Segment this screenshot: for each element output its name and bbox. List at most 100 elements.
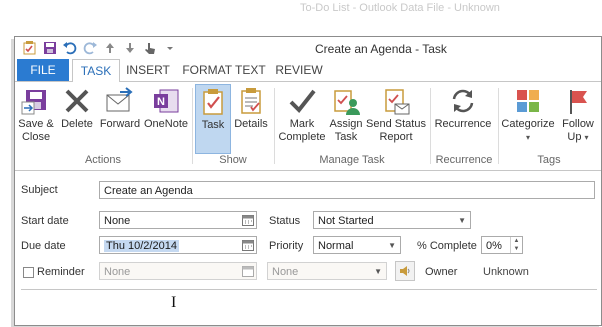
tab-format-text[interactable]: FORMAT TEXT <box>181 59 267 81</box>
calendar-icon[interactable] <box>242 214 254 226</box>
task-app-icon <box>21 40 39 56</box>
tab-review[interactable]: REVIEW <box>274 59 324 81</box>
tab-file[interactable]: FILE <box>17 59 69 81</box>
send-status-report-button[interactable]: Send Status Report <box>366 84 426 154</box>
onenote-icon: N <box>143 84 189 118</box>
chevron-down-icon: ▼ <box>388 241 396 250</box>
due-date-label: Due date <box>21 240 66 252</box>
onenote-button[interactable]: N OneNote <box>143 84 189 154</box>
group-label-manage-task: Manage Task <box>319 154 385 166</box>
send-status-icon <box>366 84 426 118</box>
show-details-label: Details <box>234 118 268 130</box>
percent-complete-label: % Complete <box>417 240 477 252</box>
speaker-icon <box>400 266 410 276</box>
send-status-label-1: Send Status <box>366 118 426 130</box>
reminder-date-value: None <box>104 266 131 278</box>
chevron-down-icon: ▼ <box>458 216 466 225</box>
touch-mode-icon[interactable] <box>141 40 159 56</box>
group-divider <box>430 88 431 164</box>
follow-up-label-1: Follow <box>562 118 594 130</box>
priority-value: Normal <box>318 240 354 252</box>
priority-label: Priority <box>269 240 304 252</box>
assign-task-label-1: Assign <box>329 118 363 130</box>
reminder-sound-button[interactable] <box>395 261 415 281</box>
follow-up-label-2-text: Up <box>567 131 582 143</box>
delete-label: Delete <box>61 118 93 130</box>
subject-label: Subject <box>21 184 58 196</box>
categorize-label: Categorize <box>501 118 555 130</box>
down-arrow-icon[interactable] <box>121 40 139 56</box>
onenote-label: OneNote <box>143 118 189 130</box>
window-title: Create an Agenda - Task <box>315 42 447 56</box>
recurrence-icon <box>433 84 493 118</box>
undo-icon[interactable] <box>61 40 79 56</box>
assign-task-button[interactable]: Assign Task <box>328 84 364 154</box>
due-date-field[interactable]: Thu 10/2/2014 <box>99 236 257 254</box>
reminder-date-field[interactable]: None <box>99 262 257 280</box>
due-date-value: Thu 10/2/2014 <box>104 240 179 252</box>
calendar-icon[interactable] <box>242 239 254 251</box>
assign-task-label-2: Task <box>334 131 358 143</box>
percent-complete-stepper[interactable]: 0% ▲ ▼ <box>481 236 523 254</box>
group-divider <box>192 88 193 164</box>
group-label-recurrence: Recurrence <box>435 154 493 166</box>
mark-complete-label-1: Mark <box>289 118 315 130</box>
group-divider <box>274 88 275 164</box>
owner-value: Unknown <box>483 266 529 278</box>
task-form: Subject Create an Agenda Start date None… <box>15 171 601 325</box>
group-label-show: Show <box>219 154 247 166</box>
delete-icon <box>58 84 96 118</box>
details-clipboard-icon <box>232 84 270 118</box>
background-window-title: To-Do List - Outlook Data File - Unknown <box>300 2 500 14</box>
subject-field[interactable]: Create an Agenda <box>99 181 595 199</box>
status-value: Not Started <box>318 215 374 227</box>
flag-icon <box>559 84 597 118</box>
redo-icon[interactable] <box>81 40 99 56</box>
follow-up-label-2: Up ▾ <box>559 131 597 144</box>
follow-up-button[interactable]: Follow Up ▾ <box>559 84 597 154</box>
up-arrow-icon[interactable] <box>101 40 119 56</box>
spinner-arrows-icon[interactable]: ▲ ▼ <box>510 237 522 253</box>
save-icon[interactable] <box>41 40 59 56</box>
status-label: Status <box>269 215 301 227</box>
save-close-label-1: Save & <box>18 118 54 130</box>
tab-insert[interactable]: INSERT <box>122 59 174 81</box>
task-window: Create an Agenda - Task FILE TASK INSERT… <box>14 36 602 326</box>
forward-label: Forward <box>99 118 141 130</box>
tab-task[interactable]: TASK <box>72 59 120 83</box>
reminder-label: Reminder <box>37 266 85 278</box>
save-close-button[interactable]: Save & Close <box>17 84 55 154</box>
start-date-value: None <box>104 215 131 227</box>
title-bar: Create an Agenda - Task <box>15 37 601 59</box>
calendar-icon[interactable] <box>242 265 254 277</box>
reminder-time-dropdown[interactable]: None ▼ <box>267 262 387 280</box>
reminder-checkbox[interactable] <box>23 267 34 278</box>
customize-icon[interactable] <box>161 40 179 56</box>
ribbon: Save & Close Delete Forward N OneNote Ac… <box>15 82 601 171</box>
status-dropdown[interactable]: Not Started ▼ <box>313 211 471 229</box>
checkmark-icon <box>277 84 327 118</box>
percent-complete-value: 0% <box>486 240 502 252</box>
task-body-editor[interactable]: I <box>21 289 597 324</box>
categorize-button[interactable]: Categorize ▾ <box>499 84 557 154</box>
start-date-label: Start date <box>21 215 69 227</box>
assign-task-icon <box>328 84 364 118</box>
start-date-field[interactable]: None <box>99 211 257 229</box>
mark-complete-button[interactable]: Mark Complete <box>277 84 327 154</box>
svg-text:N: N <box>157 96 165 108</box>
show-task-label: Task <box>201 119 225 131</box>
show-task-button[interactable]: Task <box>195 84 231 154</box>
group-label-actions: Actions <box>84 154 122 166</box>
chevron-down-icon: ▾ <box>525 133 530 142</box>
save-close-icon <box>17 84 55 118</box>
delete-button[interactable]: Delete <box>58 84 96 154</box>
quick-access-toolbar <box>21 40 179 56</box>
recurrence-button[interactable]: Recurrence <box>433 84 493 154</box>
show-details-button[interactable]: Details <box>232 84 270 154</box>
forward-button[interactable]: Forward <box>98 84 142 154</box>
priority-dropdown[interactable]: Normal ▼ <box>313 236 401 254</box>
reminder-time-value: None <box>272 266 299 278</box>
recurrence-label: Recurrence <box>434 118 492 130</box>
chevron-down-icon: ▾ <box>584 133 589 142</box>
mark-complete-label-2: Complete <box>278 131 326 143</box>
